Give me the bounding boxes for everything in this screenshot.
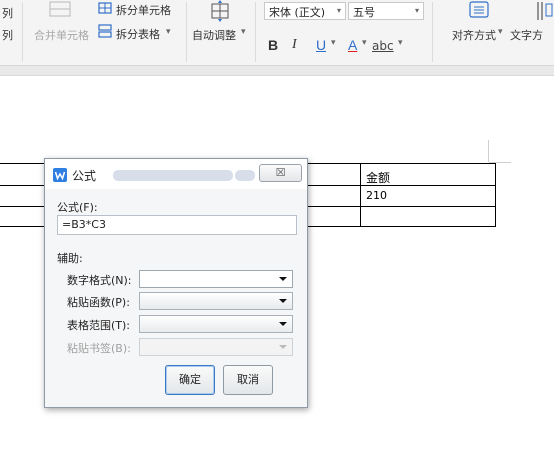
auto-adjust-dropdown-icon[interactable]: ▾ bbox=[241, 27, 246, 37]
table-range-select[interactable] bbox=[139, 315, 293, 333]
split-table-dropdown-icon[interactable]: ▾ bbox=[166, 27, 171, 37]
formula-label: 公式(F): bbox=[57, 201, 98, 214]
italic-button[interactable]: I bbox=[292, 37, 297, 53]
formula-dialog: 公式 ☒ 公式(F): =B3*C3 辅助: 数字格式(N): 粘贴函数(P):… bbox=[44, 158, 308, 408]
ribbon-col-label-1[interactable]: 列 bbox=[2, 5, 13, 21]
ribbon-bottom-band bbox=[0, 66, 554, 76]
table-border bbox=[495, 163, 496, 227]
split-table-icon[interactable] bbox=[98, 24, 112, 38]
close-icon: ☒ bbox=[275, 166, 286, 179]
ribbon-separator bbox=[22, 2, 23, 62]
split-cell-button[interactable]: 拆分单元格 bbox=[116, 2, 171, 18]
chevron-down-icon bbox=[279, 322, 287, 326]
ribbon-col-label-2[interactable]: 列 bbox=[2, 27, 13, 43]
close-button[interactable]: ☒ bbox=[259, 164, 302, 182]
blurred-title-region bbox=[235, 170, 255, 181]
font-size-select[interactable]: 五号 ▾ bbox=[348, 2, 424, 20]
text-direction-button[interactable]: 文字方 bbox=[510, 27, 543, 43]
table-border bbox=[360, 163, 361, 227]
align-dropdown-icon[interactable]: ▾ bbox=[498, 27, 503, 37]
font-color-dropdown-icon[interactable]: ▾ bbox=[362, 38, 367, 48]
dialog-title: 公式 bbox=[72, 169, 97, 183]
table-header-amount[interactable]: 金额 bbox=[366, 169, 390, 186]
underline-dropdown-icon[interactable]: ▾ bbox=[331, 38, 336, 48]
merge-cell-icon[interactable] bbox=[48, 0, 72, 20]
auto-adjust-icon[interactable] bbox=[208, 0, 232, 22]
formula-input[interactable]: =B3*C3 bbox=[57, 215, 297, 235]
chevron-down-icon bbox=[279, 277, 287, 281]
ok-button[interactable]: 确定 bbox=[165, 365, 215, 395]
phonetic-dropdown-icon[interactable]: ▾ bbox=[398, 38, 403, 48]
ribbon-separator bbox=[186, 2, 187, 62]
font-name-value: 宋体 (正文) bbox=[269, 6, 326, 19]
table-range-label: 表格范围(T): bbox=[67, 319, 131, 332]
font-color-button[interactable]: A bbox=[348, 37, 357, 53]
bold-button[interactable]: B bbox=[268, 37, 278, 53]
blurred-title-region bbox=[113, 170, 233, 181]
paste-bookmark-select[interactable] bbox=[139, 338, 293, 356]
ribbon-separator bbox=[255, 2, 256, 62]
page-margin-marker bbox=[488, 140, 489, 162]
split-table-button[interactable]: 拆分表格 bbox=[116, 26, 160, 42]
table-cell-amount[interactable]: 210 bbox=[366, 189, 387, 202]
chevron-down-icon bbox=[279, 345, 287, 349]
paste-function-select[interactable] bbox=[139, 292, 293, 310]
paste-function-label: 粘贴函数(P): bbox=[67, 296, 130, 309]
merge-cell-button[interactable]: 合并单元格 bbox=[34, 27, 89, 43]
underline-button[interactable]: U bbox=[316, 37, 326, 53]
font-name-select[interactable]: 宋体 (正文) ▾ bbox=[264, 2, 346, 20]
font-size-value: 五号 bbox=[353, 6, 375, 19]
align-button[interactable]: 对齐方式 bbox=[452, 27, 496, 43]
chevron-down-icon: ▾ bbox=[414, 6, 419, 15]
phonetic-guide-button[interactable]: abc bbox=[372, 39, 394, 53]
split-cell-icon[interactable] bbox=[98, 2, 112, 14]
assist-label: 辅助: bbox=[57, 252, 83, 265]
paste-bookmark-label: 粘贴书签(B): bbox=[67, 342, 131, 355]
auto-adjust-button[interactable]: 自动调整 bbox=[192, 27, 236, 43]
text-direction-icon[interactable] bbox=[534, 0, 554, 22]
wps-writer-icon bbox=[53, 168, 67, 182]
cancel-button[interactable]: 取消 bbox=[223, 365, 273, 395]
align-icon[interactable] bbox=[468, 0, 490, 20]
chevron-down-icon: ▾ bbox=[336, 6, 341, 15]
chevron-down-icon bbox=[279, 299, 287, 303]
number-format-select[interactable] bbox=[139, 270, 293, 288]
dialog-title-bar[interactable]: 公式 ☒ bbox=[45, 159, 307, 189]
number-format-label: 数字格式(N): bbox=[67, 274, 132, 287]
ribbon-toolbar: 列 列 合并单元格 拆分单元格 拆分表格 ▾ 自动调整 ▾ 宋体 (正文) ▾ … bbox=[0, 0, 554, 66]
ribbon-separator bbox=[432, 2, 433, 62]
